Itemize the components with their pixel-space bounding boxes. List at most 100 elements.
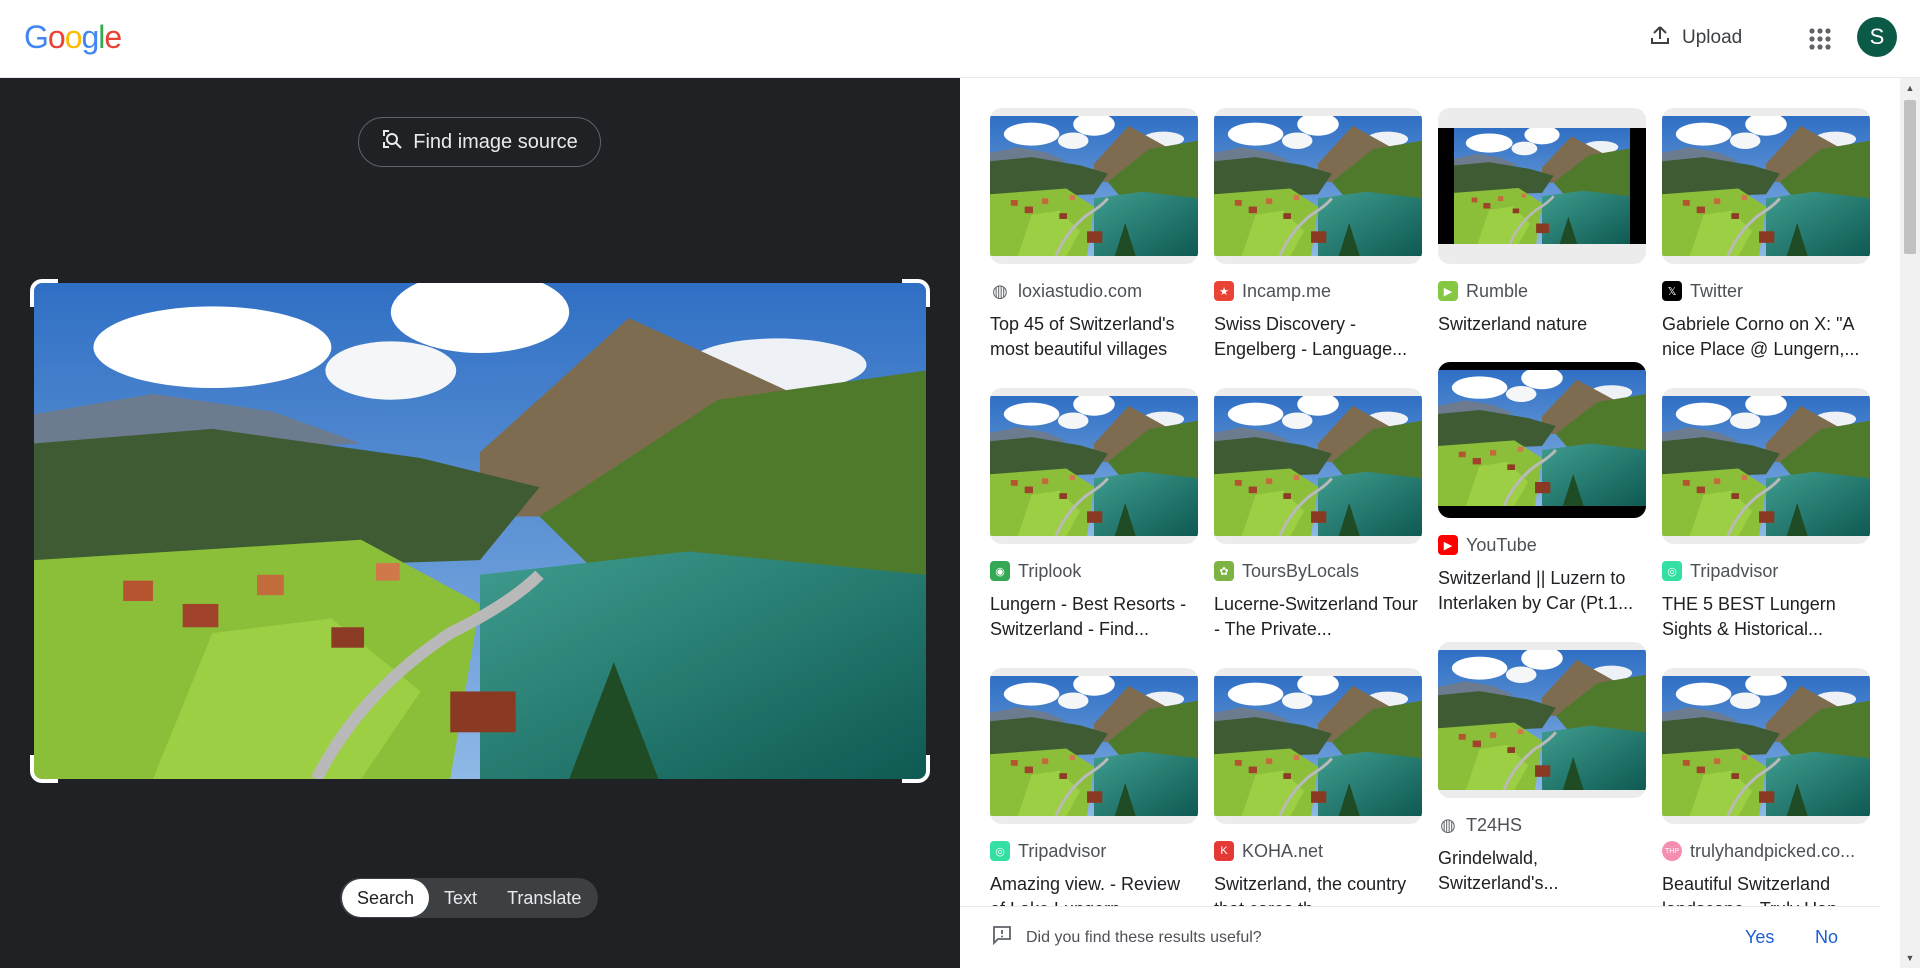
result-source[interactable]: ◎ Tripadvisor	[990, 840, 1198, 862]
result-card[interactable]: ★ Incamp.me Swiss Discovery - Engelberg - …	[1214, 108, 1422, 362]
crop-handle-top-right[interactable]	[902, 279, 930, 307]
result-title[interactable]: Top 45 of Switzerland's most beautiful v…	[990, 312, 1198, 362]
globe-icon: ◍	[992, 280, 1008, 301]
result-thumbnail[interactable]	[1662, 668, 1870, 824]
account-avatar[interactable]: S	[1857, 17, 1897, 57]
crop-handle-bottom-left[interactable]	[30, 755, 58, 783]
toursbylocals-icon: ✿	[1214, 561, 1234, 581]
logo-letter: g	[81, 19, 99, 55]
result-title[interactable]: Swiss Discovery - Engelberg - Language..…	[1214, 312, 1422, 362]
result-thumbnail[interactable]	[1438, 642, 1646, 798]
result-thumbnail[interactable]	[1438, 362, 1646, 518]
tab-search[interactable]: Search	[342, 879, 430, 917]
result-source-name: Tripadvisor	[1690, 560, 1779, 581]
result-card[interactable]: ◍ loxiastudio.com Top 45 of Switzerland's …	[990, 108, 1198, 362]
logo-letter: o	[47, 19, 66, 55]
result-title[interactable]: Grindelwald, Switzerland's...	[1438, 846, 1646, 896]
result-card[interactable]: ✿ ToursByLocals Lucerne-Switzerland Tour -…	[1214, 388, 1422, 642]
result-source-name: Tripadvisor	[1018, 840, 1107, 861]
result-source[interactable]: ✿ ToursByLocals	[1214, 560, 1422, 582]
result-card[interactable]: ▶ YouTube Switzerland || Luzern to Interla…	[1438, 362, 1646, 616]
result-source-name: loxiastudio.com	[1018, 280, 1143, 301]
feedback-no-button[interactable]: No	[1815, 927, 1838, 948]
result-thumbnail[interactable]	[990, 388, 1198, 544]
globe-icon: ◍	[1440, 814, 1456, 835]
logo-letter: e	[104, 19, 122, 55]
query-image	[34, 283, 926, 779]
result-thumbnail[interactable]	[990, 108, 1198, 264]
result-source[interactable]: ◍ T24HS	[1438, 814, 1646, 836]
result-source-name: Twitter	[1690, 280, 1744, 301]
visual-matches-pane: ◍ loxiastudio.com Top 45 of Switzerland's …	[960, 78, 1900, 968]
apps-grid-icon[interactable]	[1800, 19, 1840, 59]
result-source[interactable]: ▶ Rumble	[1438, 280, 1646, 302]
lens-search-icon	[381, 128, 403, 156]
result-card[interactable]: ▶ Rumble Switzerland nature	[1438, 108, 1646, 337]
star-icon: ★	[1214, 281, 1234, 301]
result-source[interactable]: ◎ Tripadvisor	[1662, 560, 1870, 582]
result-thumbnail[interactable]	[990, 668, 1198, 824]
google-logo[interactable]: Google	[24, 19, 122, 56]
image-crop-area[interactable]	[30, 279, 930, 783]
result-thumbnail[interactable]	[1662, 388, 1870, 544]
upload-icon	[1648, 23, 1672, 53]
result-source-name: trulyhandpicked.co...	[1690, 840, 1856, 861]
tab-translate[interactable]: Translate	[492, 879, 596, 917]
result-source[interactable]: K KOHA.net	[1214, 840, 1422, 862]
result-card[interactable]: KKOHA.netSwitzerland, the country that c…	[1214, 668, 1422, 922]
result-title[interactable]: Lungern - Best Resorts - Switzerland - F…	[990, 592, 1198, 642]
result-title[interactable]: Gabriele Corno on X: "A nice Place @ Lun…	[1662, 312, 1870, 362]
result-thumbnail[interactable]	[1214, 668, 1422, 824]
scroll-up-arrow-icon[interactable]: ▲	[1904, 82, 1916, 94]
search-mode-tabs: Search Text Translate	[340, 878, 599, 918]
result-thumbnail[interactable]	[1438, 108, 1646, 264]
tab-text[interactable]: Text	[429, 879, 492, 917]
feedback-yes-button[interactable]: Yes	[1745, 927, 1774, 948]
result-thumbnail[interactable]	[1214, 108, 1422, 264]
koha-icon: K	[1214, 841, 1234, 861]
result-source-name: KOHA.net	[1242, 840, 1324, 861]
find-source-label: Find image source	[413, 130, 578, 153]
tripadvisor-icon: ◎	[990, 841, 1010, 861]
rumble-icon: ▶	[1438, 281, 1458, 301]
result-title[interactable]: Switzerland || Luzern to Interlaken by C…	[1438, 566, 1646, 616]
result-thumbnail[interactable]	[1662, 108, 1870, 264]
result-title[interactable]: THE 5 BEST Lungern Sights & Historical..…	[1662, 592, 1870, 642]
logo-letter: o	[64, 19, 83, 55]
result-source[interactable]: ▶ YouTube	[1438, 534, 1646, 556]
upload-button[interactable]: Upload	[1636, 18, 1754, 58]
result-card[interactable]: 𝕏 Twitter Gabriele Corno on X: "A nice Pla…	[1662, 108, 1870, 362]
result-card[interactable]: ◉ Triplook Lungern - Best Resorts - Switze…	[990, 388, 1198, 642]
result-card[interactable]: ◎TripadvisorAmazing view. - Review of La…	[990, 668, 1198, 922]
feedback-icon	[992, 925, 1012, 950]
result-title[interactable]: Switzerland nature	[1438, 312, 1646, 337]
result-card[interactable]: ◎ Tripadvisor THE 5 BEST Lungern Sights & …	[1662, 388, 1870, 642]
x-icon: 𝕏	[1662, 281, 1682, 301]
result-source[interactable]: 𝕏 Twitter	[1662, 280, 1870, 302]
result-card[interactable]: THP trulyhandpicked.co... Beautiful Switze…	[1662, 668, 1870, 922]
crop-handle-top-left[interactable]	[30, 279, 58, 307]
result-title[interactable]: Lucerne-Switzerland Tour - The Private..…	[1214, 592, 1422, 642]
result-source-name: Triplook	[1018, 560, 1082, 581]
result-source[interactable]: ◍ loxiastudio.com	[990, 280, 1198, 302]
result-card[interactable]: ◍ T24HS Grindelwald, Switzerland's...	[1438, 642, 1646, 896]
crop-handle-bottom-right[interactable]	[902, 755, 930, 783]
result-thumbnail[interactable]	[1214, 388, 1422, 544]
scrollbar-thumb[interactable]	[1904, 100, 1916, 254]
scroll-down-arrow-icon[interactable]: ▼	[1904, 952, 1916, 964]
result-source[interactable]: THP trulyhandpicked.co...	[1662, 840, 1870, 862]
results-scrollbar[interactable]: ▲ ▼	[1900, 78, 1920, 968]
query-image-pane: Find image source Search Text Translate	[0, 78, 960, 968]
result-source[interactable]: ★ Incamp.me	[1214, 280, 1422, 302]
tripadvisor-icon: ◎	[1662, 561, 1682, 581]
result-source[interactable]: ◉ Triplook	[990, 560, 1198, 582]
triplook-icon: ◉	[990, 561, 1010, 581]
youtube-icon: ▶	[1438, 535, 1458, 555]
find-image-source-button[interactable]: Find image source	[358, 117, 601, 167]
result-source-name: YouTube	[1466, 534, 1537, 555]
thp-icon: THP	[1662, 841, 1682, 861]
logo-letter: G	[24, 19, 49, 55]
result-source-name: T24HS	[1466, 814, 1523, 835]
feedback-question: Did you find these results useful?	[1026, 928, 1262, 946]
result-source-name: Incamp.me	[1242, 280, 1332, 301]
